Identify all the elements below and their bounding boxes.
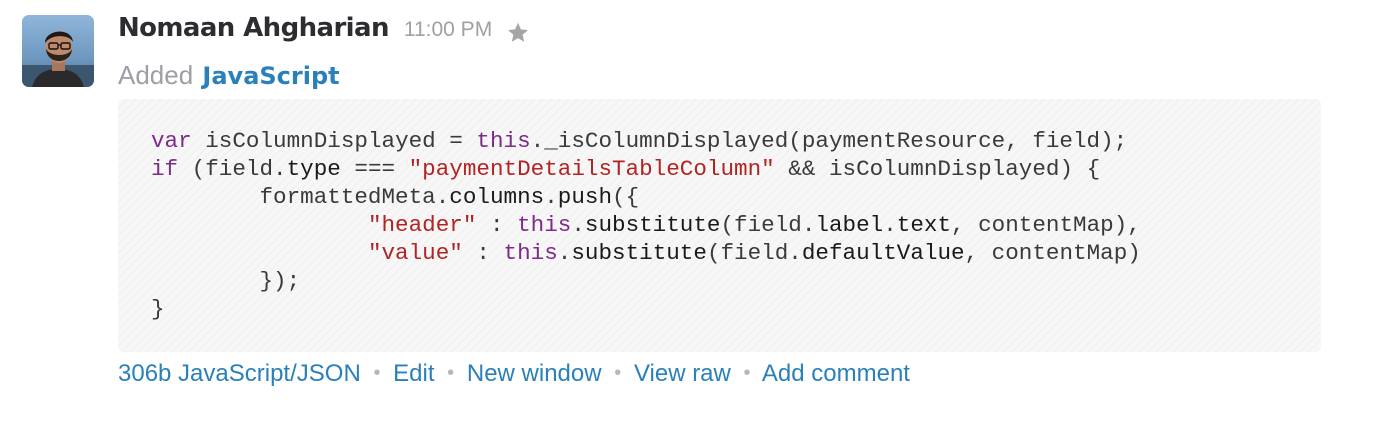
- avatar-image: [22, 15, 94, 87]
- code-token: if: [151, 156, 179, 182]
- separator: •: [373, 362, 381, 384]
- avatar[interactable]: [22, 15, 94, 87]
- code-line: formattedMeta.columns.push({: [151, 183, 1141, 211]
- code-token: , contentMap): [964, 240, 1141, 266]
- code-snippet[interactable]: var isColumnDisplayed = this._isColumnDi…: [118, 99, 1321, 352]
- code-token: columns: [449, 184, 545, 210]
- code-line: }: [151, 295, 1141, 323]
- code-token: ._isColumnDisplayed(paymentResource, fie…: [530, 128, 1128, 154]
- code-token: }: [151, 296, 165, 322]
- code-token: this: [503, 240, 558, 266]
- code-token: var: [151, 128, 192, 154]
- snippet-footer: 306b JavaScript/JSON • Edit • New window…: [118, 360, 910, 388]
- message-header: Nomaan Ahgharian 11:00 PM: [118, 13, 530, 53]
- code-token: push: [557, 184, 613, 210]
- code-token: , contentMap),: [951, 212, 1141, 238]
- code-token: "header": [367, 212, 477, 238]
- code-line: });: [151, 267, 1141, 295]
- separator: •: [447, 362, 455, 384]
- code-token: type: [286, 156, 341, 182]
- file-added-line: Added JavaScript: [118, 60, 340, 91]
- edit-link[interactable]: Edit: [393, 360, 434, 387]
- message-timestamp[interactable]: 11:00 PM: [404, 18, 492, 42]
- star-icon[interactable]: [506, 21, 530, 50]
- code-token: :: [462, 240, 504, 266]
- code-token: (field.: [706, 240, 802, 266]
- code-token: ({: [612, 184, 640, 210]
- code-token: substitute: [584, 212, 721, 238]
- separator: •: [614, 362, 622, 384]
- code-token: && isColumnDisplayed) {: [774, 156, 1101, 182]
- code-token: ===: [340, 156, 409, 182]
- code-token: .: [557, 240, 572, 266]
- file-snippet-message: Nomaan Ahgharian 11:00 PM Added JavaScri…: [0, 0, 1394, 422]
- author-name[interactable]: Nomaan Ahgharian: [118, 13, 389, 43]
- code-line: if (field.type === "paymentDetailsTableC…: [151, 155, 1141, 183]
- code-token: .: [883, 212, 897, 238]
- code-token: "value": [367, 240, 463, 266]
- code-token: (field.: [178, 156, 287, 182]
- code-token: (field.: [720, 212, 816, 238]
- code-token: this: [476, 128, 531, 154]
- code-token: this: [517, 212, 572, 238]
- separator: •: [743, 362, 751, 384]
- add-comment-link[interactable]: Add comment: [762, 360, 910, 387]
- code-token: .: [571, 212, 585, 238]
- code-token: });: [151, 268, 301, 294]
- code-block: var isColumnDisplayed = this._isColumnDi…: [151, 127, 1141, 323]
- code-line: var isColumnDisplayed = this._isColumnDi…: [151, 127, 1141, 155]
- code-token: :: [476, 212, 518, 238]
- code-line: "header" : this.substitute(field.label.t…: [151, 211, 1141, 239]
- code-token: text: [896, 212, 951, 238]
- code-token: substitute: [571, 240, 707, 266]
- code-token: "paymentDetailsTableColumn": [408, 156, 775, 182]
- new-window-link[interactable]: New window: [467, 360, 602, 387]
- code-token: formattedMeta.: [151, 184, 450, 210]
- action-text: Added: [118, 60, 194, 90]
- language-link[interactable]: JavaScript: [202, 62, 339, 90]
- code-token: label: [815, 212, 884, 238]
- code-line: "value" : this.substitute(field.defaultV…: [151, 239, 1141, 267]
- code-token: defaultValue: [801, 240, 965, 266]
- file-size-type-link[interactable]: 306b JavaScript/JSON: [118, 360, 361, 387]
- view-raw-link[interactable]: View raw: [634, 360, 731, 387]
- code-token: .: [544, 184, 558, 210]
- code-token: isColumnDisplayed =: [191, 128, 477, 154]
